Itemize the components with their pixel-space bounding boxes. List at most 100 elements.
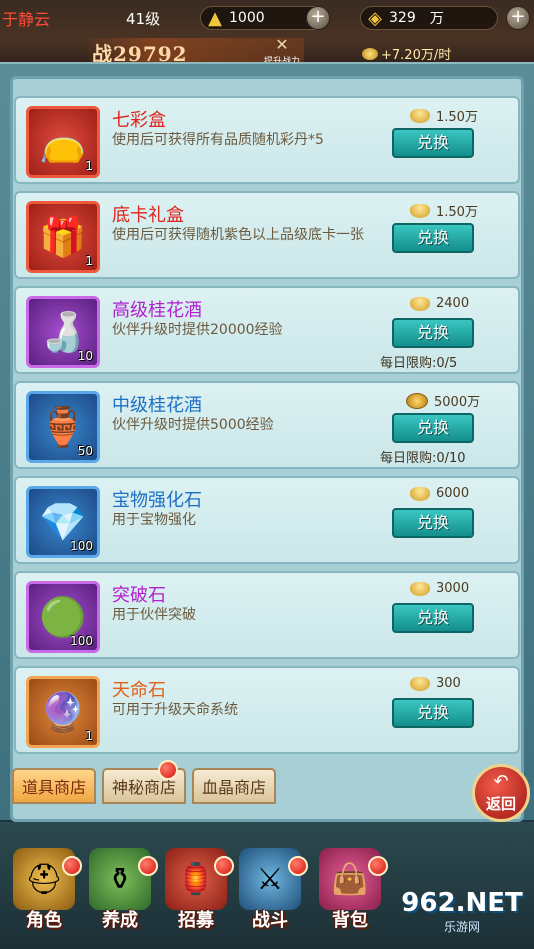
item-count: 1 bbox=[85, 729, 93, 743]
item-count: 10 bbox=[77, 349, 93, 363]
top-hud: 于静云 41级 ▲ 1000 + ◈ 329 万 + 战29792 ✕ 提升战力… bbox=[0, 0, 534, 68]
item-desc: 使用后可获得所有品质随机彩丹*5 bbox=[112, 132, 324, 148]
shop-item: 🟢 100 突破石 用于伙伴突破 3000 兑换 bbox=[14, 571, 520, 659]
tab-item-shop[interactable]: 道具商店 bbox=[12, 768, 97, 804]
player-name[interactable]: 于静云 bbox=[2, 6, 50, 30]
gold-ingot-icon bbox=[410, 203, 430, 218]
nav-label: 战斗 bbox=[252, 910, 288, 931]
item-price: 5000万 bbox=[406, 391, 480, 410]
exchange-button[interactable]: 兑换 bbox=[392, 128, 474, 158]
price-value: 6000 bbox=[436, 486, 470, 501]
coin-icon bbox=[362, 47, 378, 60]
gift-pouch-icon[interactable]: 🎁 1 bbox=[26, 201, 100, 273]
crossed-swords-icon: ✕ bbox=[275, 35, 289, 54]
item-desc: 伙伴升级时提供5000经验 bbox=[112, 417, 274, 433]
item-name: 高级桂花酒 bbox=[112, 300, 202, 321]
copper-display: ◈ 329 万 bbox=[360, 6, 498, 30]
item-count: 1 bbox=[85, 254, 93, 268]
watermark-logo: 962.NET bbox=[401, 888, 523, 918]
exchange-button[interactable]: 兑换 bbox=[392, 698, 474, 728]
item-price: 1.50万 bbox=[410, 201, 478, 220]
tab-mystery-shop[interactable]: 神秘商店 bbox=[102, 760, 187, 804]
item-count: 50 bbox=[77, 444, 93, 458]
gold-ingot-value: 1000 bbox=[229, 10, 265, 26]
item-name: 中级桂花酒 bbox=[112, 395, 202, 416]
wine-jar-icon[interactable]: 🏺 50 bbox=[26, 391, 100, 463]
price-value: 2400 bbox=[436, 296, 470, 311]
nav-label: 角色 bbox=[26, 910, 62, 931]
exchange-button[interactable]: 兑换 bbox=[392, 603, 474, 633]
gold-ingot-icon bbox=[410, 676, 430, 691]
pouch-icon[interactable]: 👝 1 bbox=[26, 106, 100, 178]
item-price: 6000 bbox=[410, 486, 469, 501]
price-value: 1.50万 bbox=[436, 110, 478, 125]
item-price: 1.50万 bbox=[410, 106, 478, 125]
copper-unit: 万 bbox=[429, 11, 444, 27]
add-gold-button[interactable]: + bbox=[306, 6, 330, 30]
nav-label: 养成 bbox=[102, 910, 138, 931]
income-value: +7.20万/时 bbox=[381, 48, 452, 63]
income-display: +7.20万/时 bbox=[362, 44, 451, 63]
item-desc: 可用于升级天命系统 bbox=[112, 702, 238, 718]
notification-dot bbox=[288, 856, 308, 876]
notification-dot bbox=[138, 856, 158, 876]
item-price: 3000 bbox=[410, 581, 469, 596]
wine-gourd-icon[interactable]: 🍶 10 bbox=[26, 296, 100, 368]
item-desc: 使用后可获得随机紫色以上品级底卡一张 bbox=[112, 227, 364, 243]
tab-label: 神秘商店 bbox=[112, 778, 177, 797]
nav-cultivate[interactable]: ⚱ 养成 bbox=[80, 838, 160, 946]
item-count: 100 bbox=[70, 539, 93, 553]
exchange-button[interactable]: 兑换 bbox=[392, 223, 474, 253]
price-value: 5000万 bbox=[434, 395, 481, 410]
gem-icon[interactable]: 💎 100 bbox=[26, 486, 100, 558]
shop-tabs: 道具商店 神秘商店 血晶商店 bbox=[12, 760, 277, 806]
item-name: 宝物强化石 bbox=[112, 490, 202, 511]
copper-coin-icon bbox=[406, 392, 428, 409]
gold-ingot-icon bbox=[410, 581, 430, 596]
item-desc: 伙伴升级时提供20000经验 bbox=[112, 322, 283, 338]
item-count: 100 bbox=[70, 634, 93, 648]
notification-dot bbox=[62, 856, 82, 876]
nav-bag[interactable]: 👜 背包 bbox=[310, 838, 390, 946]
shop-item: 💎 100 宝物强化石 用于宝物强化 6000 兑换 bbox=[14, 476, 520, 564]
exchange-button[interactable]: 兑换 bbox=[392, 508, 474, 538]
daily-limit: 每日限购:0/10 bbox=[380, 451, 466, 466]
shop-item: 👝 1 七彩盒 使用后可获得所有品质随机彩丹*5 1.50万 兑换 bbox=[14, 96, 520, 184]
price-value: 300 bbox=[436, 676, 461, 691]
nav-character[interactable]: ⛑ 角色 bbox=[4, 838, 84, 946]
item-desc: 用于宝物强化 bbox=[112, 512, 196, 528]
nav-recruit[interactable]: 🏮 招募 bbox=[156, 838, 236, 946]
exchange-button[interactable]: 兑换 bbox=[392, 318, 474, 348]
back-label: 返回 bbox=[485, 795, 516, 813]
player-level: 41级 bbox=[126, 10, 161, 28]
price-value: 3000 bbox=[436, 581, 470, 596]
nav-battle[interactable]: ⚔ 战斗 bbox=[230, 838, 310, 946]
shop-item: 🔮 1 天命石 可用于升级天命系统 300 兑换 bbox=[14, 666, 520, 754]
gold-ingot-icon bbox=[410, 108, 430, 123]
notification-dot bbox=[368, 856, 388, 876]
daily-limit: 每日限购:0/5 bbox=[380, 356, 458, 371]
copper-value: 329 bbox=[389, 10, 416, 26]
breakthrough-orb-icon[interactable]: 🟢 100 bbox=[26, 581, 100, 653]
shop-item: 🏺 50 中级桂花酒 伙伴升级时提供5000经验 5000万 兑换 每日限购:0/… bbox=[14, 381, 520, 469]
back-arrow-icon: ↶ bbox=[493, 771, 509, 792]
nav-label: 招募 bbox=[178, 910, 214, 931]
gold-ingot-icon bbox=[410, 486, 430, 501]
item-count: 1 bbox=[85, 159, 93, 173]
watermark-subtitle: 乐游网 bbox=[443, 920, 480, 934]
nav-label: 背包 bbox=[332, 910, 368, 931]
back-button[interactable]: ↶ 返回 bbox=[472, 764, 530, 822]
tab-blood-crystal-shop[interactable]: 血晶商店 bbox=[192, 768, 277, 804]
site-watermark: 962.NET 乐游网 bbox=[392, 888, 532, 944]
item-desc: 用于伙伴突破 bbox=[112, 607, 196, 623]
add-copper-button[interactable]: + bbox=[506, 6, 530, 30]
crystal-icon[interactable]: 🔮 1 bbox=[26, 676, 100, 748]
item-price: 2400 bbox=[410, 296, 469, 311]
shop-item: 🍶 10 高级桂花酒 伙伴升级时提供20000经验 2400 兑换 每日限购:0/… bbox=[14, 286, 520, 374]
gold-ingot-icon: ▲ bbox=[208, 7, 222, 29]
item-price: 300 bbox=[410, 676, 461, 691]
item-name: 底卡礼盒 bbox=[112, 205, 184, 226]
item-name: 七彩盒 bbox=[112, 110, 166, 131]
shop-item: 🎁 1 底卡礼盒 使用后可获得随机紫色以上品级底卡一张 1.50万 兑换 bbox=[14, 191, 520, 279]
exchange-button[interactable]: 兑换 bbox=[392, 413, 474, 443]
